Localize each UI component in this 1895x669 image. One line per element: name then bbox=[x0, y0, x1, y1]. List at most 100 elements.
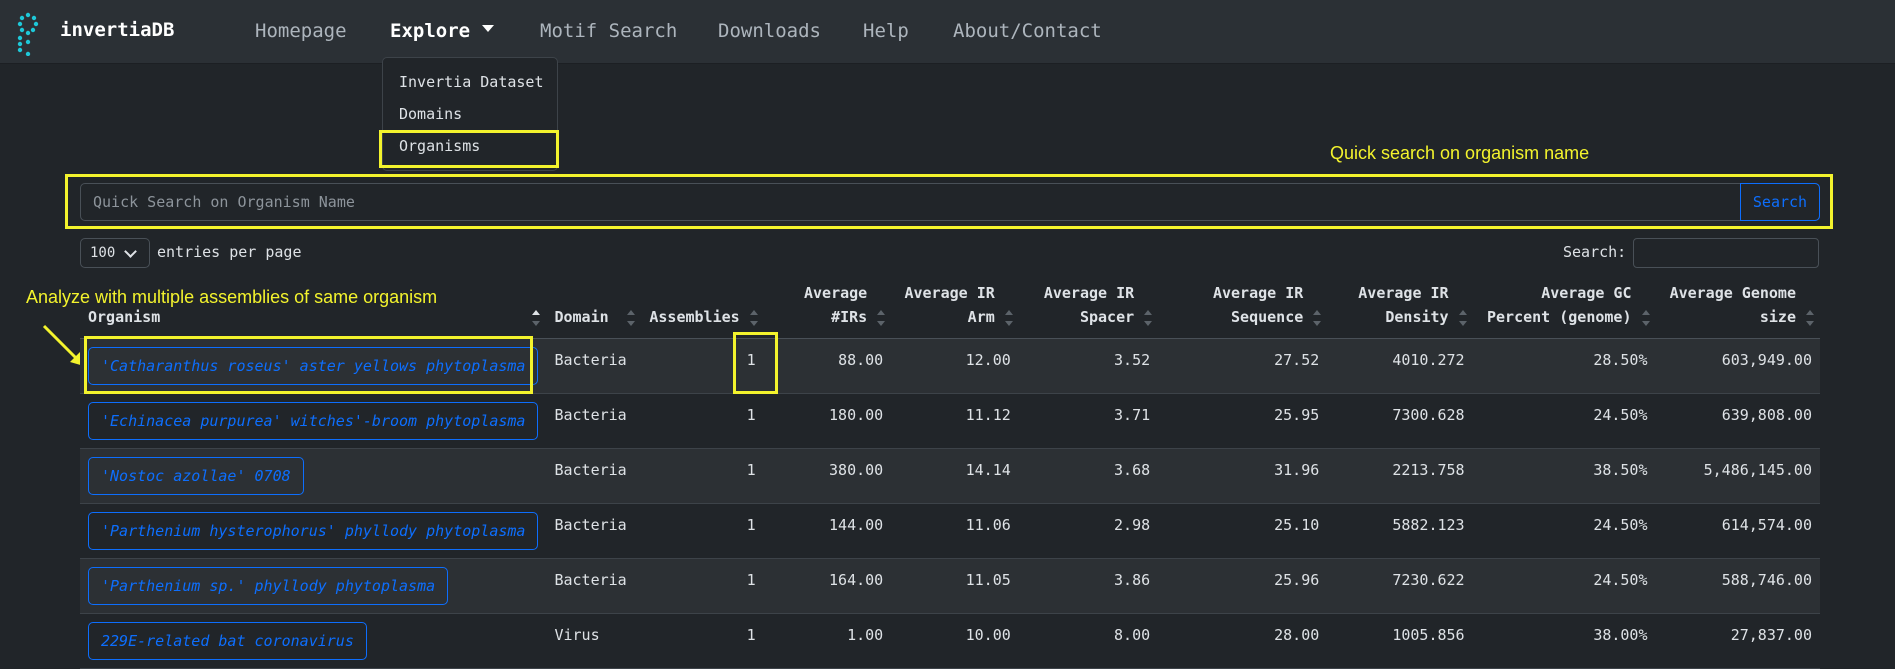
domain-cell: Bacteria bbox=[554, 515, 627, 534]
col-header-average-irs[interactable]: Average #IRs bbox=[763, 280, 892, 339]
header-text: Average IR bbox=[1358, 283, 1449, 302]
col-header-domain[interactable]: Domain bbox=[546, 280, 642, 339]
average-genome-size-cell: 5,486,145.00 bbox=[1703, 460, 1812, 479]
assemblies-cell: 1 bbox=[746, 625, 756, 644]
average-ir-arm-cell: 11.06 bbox=[965, 515, 1011, 534]
nav-explore-label: Explore bbox=[390, 20, 471, 42]
table-row: 'Echinacea purpurea' witches'-broom phyt… bbox=[80, 393, 1820, 449]
col-header-organism[interactable]: Organism bbox=[80, 280, 547, 339]
header-text: Average IR bbox=[1212, 283, 1304, 302]
average-gc-percent-cell: 38.00% bbox=[1593, 625, 1648, 644]
col-header-average-genome-size[interactable]: Average Genome size bbox=[1655, 280, 1820, 339]
organism-link-button[interactable]: 229E-related bat coronavirus bbox=[88, 621, 367, 660]
col-header-average-ir-arm[interactable]: Average IR Arm bbox=[891, 280, 1019, 339]
assemblies-cell: 1 bbox=[746, 460, 756, 479]
header-text: Organism bbox=[88, 307, 161, 326]
organisms-highlight-box bbox=[379, 130, 559, 168]
average-ir-sequence-cell: 31.96 bbox=[1274, 460, 1320, 479]
quick-search-input[interactable] bbox=[81, 184, 1740, 220]
average-ir-arm-cell: 11.12 bbox=[965, 405, 1011, 424]
average-ir-sequence-cell: 27.52 bbox=[1274, 350, 1320, 369]
average-irs-cell: 144.00 bbox=[829, 515, 884, 534]
domain-cell: Bacteria bbox=[554, 350, 627, 369]
brand-name[interactable]: invertiaDB bbox=[60, 19, 174, 41]
col-header-average-gc-percent[interactable]: Average GC Percent (genome) bbox=[1472, 280, 1656, 339]
nav-explore[interactable]: Explore bbox=[390, 20, 495, 42]
average-ir-spacer-cell: 3.52 bbox=[1114, 350, 1151, 369]
nav-downloads[interactable]: Downloads bbox=[718, 20, 821, 42]
sort-icon bbox=[1806, 309, 1814, 326]
average-gc-percent-cell: 38.50% bbox=[1593, 460, 1648, 479]
nav-about-contact[interactable]: About/Contact bbox=[953, 20, 1102, 42]
organism-link-button[interactable]: 'Parthenium sp.' phyllody phytoplasma bbox=[88, 566, 449, 605]
sort-icon bbox=[1458, 309, 1467, 326]
header-text: Spacer bbox=[1079, 307, 1135, 326]
average-ir-density-cell: 7300.628 bbox=[1392, 405, 1465, 424]
dropdown-item-invertia-dataset[interactable]: Invertia Dataset bbox=[399, 73, 544, 91]
average-ir-arm-cell: 12.00 bbox=[965, 350, 1011, 369]
table-row: 'Parthenium sp.' phyllody phytoplasma Ba… bbox=[80, 558, 1820, 614]
domain-cell: Bacteria bbox=[554, 460, 627, 479]
average-irs-cell: 88.00 bbox=[838, 350, 884, 369]
col-header-assemblies[interactable]: Assemblies bbox=[641, 280, 764, 339]
header-text: Density bbox=[1385, 307, 1449, 326]
table-row: 'Nostoc azollae' 0708 Bacteria 1 380.00 … bbox=[80, 448, 1820, 504]
sort-icon bbox=[1144, 309, 1153, 326]
average-genome-size-cell: 614,574.00 bbox=[1721, 515, 1812, 534]
average-genome-size-cell: 27,837.00 bbox=[1730, 625, 1812, 644]
average-genome-size-cell: 588,746.00 bbox=[1721, 570, 1812, 589]
average-ir-sequence-cell: 25.96 bbox=[1274, 570, 1320, 589]
average-ir-density-cell: 1005.856 bbox=[1392, 625, 1465, 644]
average-gc-percent-cell: 24.50% bbox=[1593, 405, 1648, 424]
average-ir-spacer-cell: 3.86 bbox=[1114, 570, 1151, 589]
average-ir-spacer-cell: 3.68 bbox=[1114, 460, 1151, 479]
average-genome-size-cell: 603,949.00 bbox=[1721, 350, 1812, 369]
nav-homepage[interactable]: Homepage bbox=[255, 20, 347, 42]
chevron-down-icon bbox=[482, 25, 495, 32]
header-text: Average bbox=[804, 283, 868, 302]
col-header-average-ir-density[interactable]: Average IR Density bbox=[1327, 280, 1473, 339]
quick-search-group: Search bbox=[80, 183, 1820, 221]
assemblies-cell: 1 bbox=[746, 570, 756, 589]
table-row: 229E-related bat coronavirus Virus 1 1.0… bbox=[80, 613, 1820, 669]
entries-per-page-select[interactable]: 100 bbox=[80, 238, 150, 268]
sort-icon bbox=[749, 309, 758, 326]
assemblies-highlight-box bbox=[733, 332, 778, 394]
chevron-down-icon bbox=[124, 245, 137, 258]
quick-search-annotation: Quick search on organism name bbox=[1330, 143, 1590, 163]
navbar: invertiaDB Homepage Explore Motif Search… bbox=[0, 0, 1895, 64]
average-ir-arm-cell: 10.00 bbox=[965, 625, 1011, 644]
header-text: Average IR bbox=[1043, 283, 1135, 302]
organism-highlight-box bbox=[84, 336, 533, 394]
assemblies-cell: 1 bbox=[746, 515, 756, 534]
sort-icon bbox=[532, 309, 541, 326]
col-header-average-ir-spacer[interactable]: Average IR Spacer bbox=[1018, 280, 1159, 339]
organism-link-button[interactable]: 'Nostoc azollae' 0708 bbox=[88, 456, 304, 495]
header-text: Average Genome bbox=[1669, 283, 1796, 302]
dropdown-item-domains[interactable]: Domains bbox=[399, 105, 462, 123]
domain-cell: Virus bbox=[554, 625, 600, 644]
average-gc-percent-cell: 24.50% bbox=[1593, 515, 1648, 534]
brand-logo-icon[interactable] bbox=[16, 12, 40, 56]
average-ir-arm-cell: 14.14 bbox=[965, 460, 1011, 479]
organism-link-button[interactable]: 'Echinacea purpurea' witches'-broom phyt… bbox=[88, 401, 539, 440]
average-ir-density-cell: 2213.758 bbox=[1392, 460, 1465, 479]
domain-cell: Bacteria bbox=[554, 570, 627, 589]
average-irs-cell: 1.00 bbox=[847, 625, 884, 644]
average-irs-cell: 164.00 bbox=[829, 570, 884, 589]
header-text: Assemblies bbox=[649, 307, 740, 326]
col-header-average-ir-sequence[interactable]: Average IR Sequence bbox=[1158, 280, 1328, 339]
average-ir-sequence-cell: 25.10 bbox=[1274, 515, 1320, 534]
search-button[interactable]: Search bbox=[1740, 183, 1820, 221]
nav-motif-search[interactable]: Motif Search bbox=[540, 20, 677, 42]
table-search-input[interactable] bbox=[1633, 238, 1819, 268]
entries-per-page-label: entries per page bbox=[157, 243, 302, 261]
sort-icon bbox=[1313, 309, 1322, 326]
header-text: Sequence bbox=[1231, 307, 1304, 326]
organism-link-button[interactable]: 'Parthenium hysterophorus' phyllody phyt… bbox=[88, 511, 539, 550]
assemblies-cell: 1 bbox=[746, 405, 756, 424]
average-irs-cell: 180.00 bbox=[829, 405, 884, 424]
nav-help[interactable]: Help bbox=[863, 20, 909, 42]
sort-icon bbox=[1641, 309, 1650, 326]
header-text: Average GC bbox=[1541, 283, 1632, 302]
